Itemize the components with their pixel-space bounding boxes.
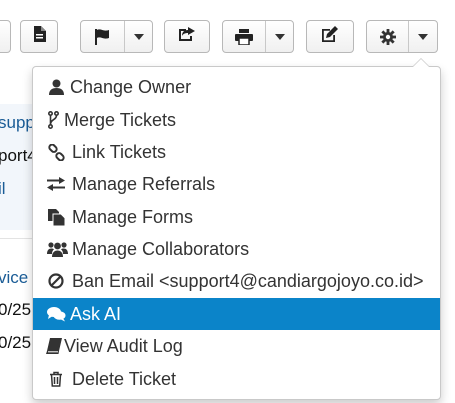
- copy-icon: [46, 207, 66, 227]
- print-icon: [223, 21, 265, 52]
- exchange-icon: [46, 174, 66, 194]
- user-icon: [46, 77, 66, 97]
- comments-icon: [46, 304, 66, 324]
- menu-item-manage-forms[interactable]: Manage Forms: [33, 201, 440, 233]
- divider: [0, 238, 36, 239]
- menu-item-link-tickets[interactable]: Link Tickets: [33, 136, 440, 168]
- book-icon: [46, 336, 62, 356]
- menu-item-label: Merge Tickets: [64, 109, 177, 130]
- flag-dropdown-toggle[interactable]: [124, 21, 152, 52]
- toolbar-edge-button[interactable]: [0, 20, 11, 53]
- export-pdf-button[interactable]: [20, 20, 58, 53]
- settings-dropdown-toggle[interactable]: [408, 21, 437, 52]
- menu-item-label: Manage Forms: [72, 206, 194, 227]
- menu-item-view-audit-log[interactable]: View Audit Log: [33, 330, 440, 362]
- share-icon: [178, 26, 196, 47]
- menu-item-label: Manage Collaborators: [72, 238, 250, 259]
- settings-button[interactable]: [366, 20, 438, 53]
- menu-item-label: Link Tickets: [72, 141, 167, 162]
- chevron-down-icon: [133, 33, 144, 40]
- menu-item-ban-email[interactable]: Ban Email <support4@candiargojoyo.co.id>: [33, 265, 440, 297]
- menu-item-label: Change Owner: [70, 76, 192, 97]
- gear-icon: [367, 21, 408, 52]
- settings-dropdown-menu: Change Owner Merge Tickets Link Tickets …: [32, 58, 441, 400]
- flag-icon: [81, 21, 124, 52]
- share-button[interactable]: [164, 20, 210, 53]
- menu-item-ask-ai[interactable]: Ask AI: [33, 298, 440, 330]
- print-button[interactable]: [222, 20, 294, 53]
- menu-item-delete-ticket[interactable]: Delete Ticket: [33, 363, 440, 395]
- menu-item-change-owner[interactable]: Change Owner: [33, 71, 440, 103]
- group-icon: [46, 239, 68, 259]
- menu-item-manage-collaborators[interactable]: Manage Collaborators: [33, 233, 440, 265]
- chevron-down-icon: [274, 33, 285, 40]
- edit-icon: [321, 26, 339, 47]
- code-fork-icon: [46, 110, 60, 130]
- menu-item-label: Manage Referrals: [72, 173, 216, 194]
- file-icon: [33, 26, 46, 47]
- menu-item-merge-tickets[interactable]: Merge Tickets: [33, 104, 440, 136]
- print-dropdown-toggle[interactable]: [265, 21, 293, 52]
- menu-item-label: Ban Email <support4@candiargojoyo.co.id>: [72, 270, 424, 291]
- chevron-down-icon: [418, 33, 429, 40]
- menu-item-manage-referrals[interactable]: Manage Referrals: [33, 168, 440, 200]
- link-icon: [46, 142, 66, 162]
- email-link-fragment[interactable]: il: [0, 179, 6, 199]
- service-fragment[interactable]: vice: [0, 268, 28, 288]
- menu-item-label: Delete Ticket: [72, 368, 177, 389]
- menu-item-label: Ask AI: [70, 303, 122, 324]
- menu-item-label: View Audit Log: [64, 335, 183, 356]
- date-fragment: 0/25: [0, 333, 32, 352]
- trash-icon: [46, 369, 66, 389]
- date-fragment: 0/25: [0, 300, 32, 319]
- ban-icon: [46, 271, 66, 291]
- edit-button[interactable]: [306, 20, 354, 53]
- flag-button[interactable]: [80, 20, 153, 53]
